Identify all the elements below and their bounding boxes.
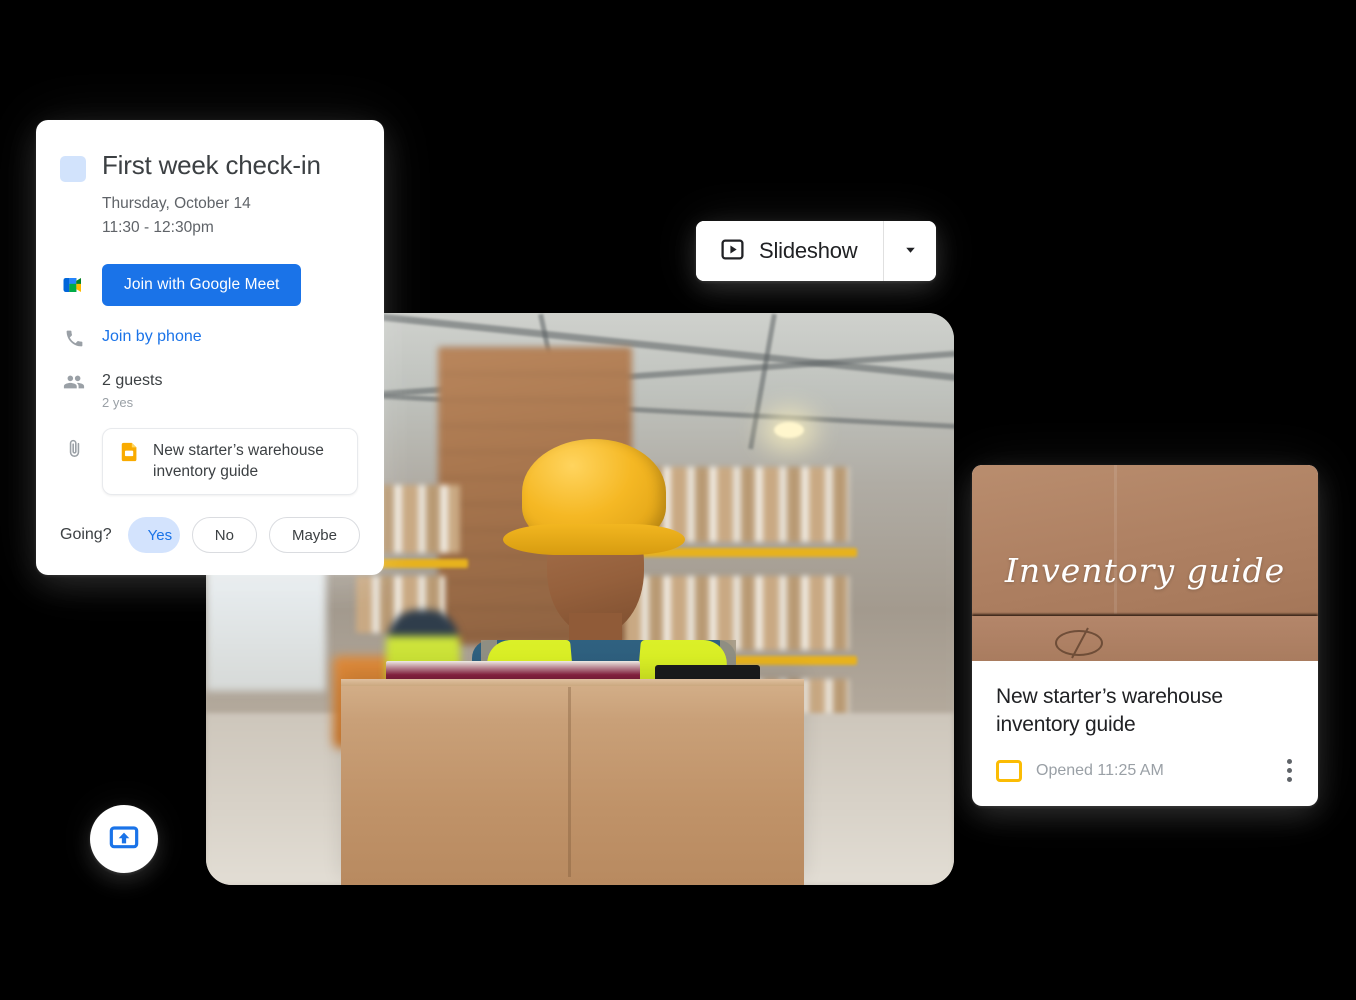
slideshow-options-button[interactable]	[884, 221, 937, 281]
kebab-dot	[1287, 768, 1292, 774]
event-time: 11:30 - 12:30pm	[102, 219, 214, 237]
guests-rsvp-summary: 2 yes	[102, 394, 134, 410]
box-crease	[1113, 465, 1117, 614]
event-datetime: Thursday, October 14 11:30 - 12:30pm	[102, 192, 360, 240]
paperclip-icon	[60, 438, 88, 459]
rsvp-maybe-button[interactable]: Maybe	[268, 517, 360, 554]
join-meet-row: Join with Google Meet	[60, 264, 360, 307]
rsvp-no-button[interactable]: No	[191, 517, 257, 554]
drive-file-card[interactable]: Inventory guide New starter’s warehouse …	[972, 465, 1318, 807]
foreground-cardboard-box	[340, 679, 805, 885]
file-meta-row: Opened 11:25 AM	[996, 755, 1294, 786]
kebab-menu-icon[interactable]	[1285, 755, 1294, 786]
calendar-event-card: First week check-in Thursday, October 14…	[36, 120, 384, 576]
join-by-phone-link[interactable]: Join by phone	[102, 328, 202, 346]
slideshow-button-group: Slideshow	[696, 221, 937, 281]
slideshow-button[interactable]: Slideshow	[696, 221, 884, 281]
present-screen-icon	[108, 822, 140, 857]
google-slides-icon	[996, 759, 1022, 782]
event-title-row: First week check-in	[60, 150, 360, 182]
calendar-color-chip	[60, 156, 86, 182]
kebab-dot	[1287, 777, 1292, 783]
kebab-dot	[1287, 759, 1292, 765]
slideshow-label: Slideshow	[759, 238, 858, 263]
event-title: First week check-in	[102, 150, 321, 180]
chevron-down-icon	[902, 241, 919, 261]
file-title: New starter’s warehouse inventory guide	[996, 685, 1223, 737]
event-date: Thursday, October 14	[102, 195, 251, 212]
rsvp-yes-chip[interactable]: Yes	[127, 517, 180, 554]
screenshot-stage: First week check-in Thursday, October 14…	[0, 0, 1356, 1000]
ceiling-truss	[747, 313, 777, 450]
ceiling-lamp	[774, 421, 805, 438]
google-slides-icon	[119, 441, 141, 468]
guests-count: 2 guests	[102, 372, 163, 390]
box-lower-panel	[972, 615, 1318, 661]
thumbnail-title: Inventory guide	[1004, 551, 1286, 591]
people-icon	[60, 371, 88, 393]
play-boxed-icon	[720, 237, 745, 265]
join-with-google-meet-button[interactable]: Join with Google Meet	[102, 264, 302, 307]
rsvp-question: Going?	[60, 526, 112, 544]
file-opened-time: Opened 11:25 AM	[1036, 761, 1164, 779]
file-info: New starter’s warehouse inventory guide …	[972, 661, 1318, 806]
attachment-row: New starter’s warehouse inventory guide	[60, 427, 360, 496]
attachment-name: New starter’s warehouse inventory guide	[153, 441, 324, 480]
hard-hat-brim	[503, 523, 686, 555]
present-screen-button[interactable]	[90, 805, 158, 873]
fragile-symbol	[1055, 629, 1104, 656]
rsvp-bar: Going? Yes No Maybe	[36, 503, 384, 575]
google-meet-icon	[60, 271, 88, 299]
guests-row: 2 guests 2 yes	[60, 371, 360, 410]
guests-info: 2 guests 2 yes	[102, 371, 162, 410]
box-seam	[567, 687, 571, 877]
phone-icon	[60, 328, 88, 349]
attachment-chip[interactable]: New starter’s warehouse inventory guide	[102, 427, 358, 496]
event-body: First week check-in Thursday, October 14…	[36, 120, 384, 503]
cardboard-box-photo: Inventory guide	[972, 465, 1318, 661]
join-by-phone-row: Join by phone	[60, 328, 360, 349]
rsvp-yes-label[interactable]: Yes	[128, 527, 180, 544]
